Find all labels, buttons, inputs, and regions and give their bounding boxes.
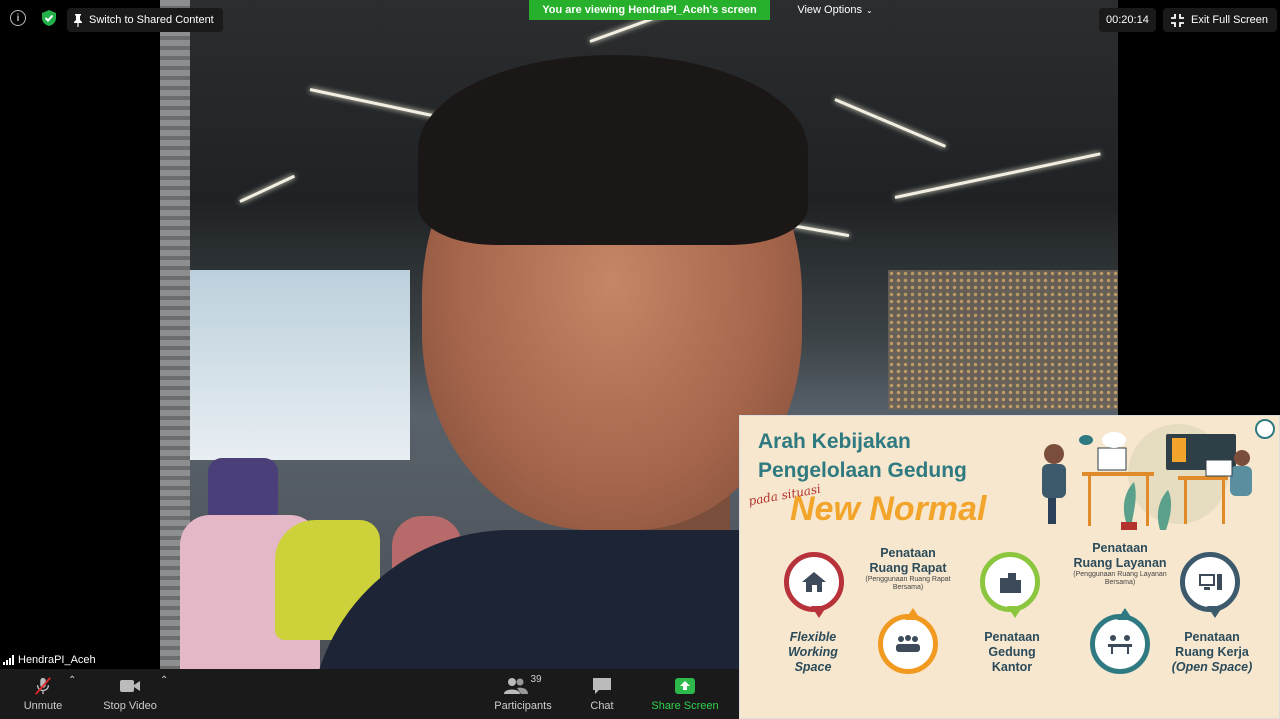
unmute-button[interactable]: Unmute: [14, 669, 72, 719]
share-screen-button[interactable]: Share Screen: [650, 669, 720, 719]
pin-icon: [74, 14, 82, 27]
ceiling-light: [309, 88, 448, 121]
label-line: Kantor: [991, 660, 1033, 674]
office-illustration: [1042, 424, 1252, 530]
chat-button[interactable]: Chat: [582, 669, 622, 719]
label-line: Ruang Rapat: [869, 561, 947, 575]
unmute-label: Unmute: [23, 699, 63, 712]
switch-to-shared-content-label: Switch to Shared Content: [89, 14, 214, 26]
video-options-caret-icon[interactable]: ⌃: [160, 675, 168, 686]
participant-name-tag: HendraPI_Aceh: [0, 651, 102, 669]
gedung-kantor-pin: [980, 552, 1040, 618]
label-line: Flexible: [789, 630, 837, 644]
ruang-kerja-pin: [1180, 552, 1240, 618]
ceiling-light: [239, 174, 296, 203]
home-icon: [792, 560, 836, 604]
background-window: [190, 270, 410, 460]
shield-check-icon[interactable]: [40, 9, 58, 27]
participants-button[interactable]: 39 Participants: [490, 669, 556, 719]
label-line: Penataan: [1184, 630, 1240, 644]
stop-video-label: Stop Video: [103, 699, 157, 712]
label-line: Space: [794, 660, 832, 674]
chevron-down-icon: ⌄: [865, 5, 873, 15]
label-sub: (Penggunaan Ruang Rapat Bersama): [865, 576, 951, 591]
ruang-layanan-pin: [1090, 608, 1150, 674]
switch-to-shared-content-button[interactable]: Switch to Shared Content: [67, 8, 223, 32]
participants-icon: [504, 677, 529, 694]
exit-full-screen-label: Exit Full Screen: [1191, 14, 1269, 26]
building-icon: [988, 560, 1032, 604]
clock-icon: [1255, 419, 1275, 439]
chat-icon: [593, 677, 611, 694]
exit-fullscreen-icon: [1171, 13, 1184, 27]
label-line: (Open Space): [1171, 660, 1253, 674]
audio-options-caret-icon[interactable]: ⌃: [68, 675, 76, 686]
slide-title-line2: Pengelolaan Gedung: [758, 459, 967, 482]
background-wall: [888, 270, 1118, 410]
timer-label: 00:20:14: [1106, 14, 1149, 26]
meeting-timer: 00:20:14: [1099, 8, 1156, 32]
view-options-button[interactable]: View Options ⌄: [790, 0, 880, 20]
label-line: Ruang Layanan: [1073, 556, 1167, 570]
participant-name: HendraPI_Aceh: [18, 654, 96, 666]
chat-label: Chat: [590, 699, 614, 712]
ruang-rapat-pin: [878, 608, 938, 674]
participant-count: 39: [530, 673, 542, 685]
person-hair: [418, 55, 808, 245]
label-line: Penataan: [984, 630, 1040, 644]
flexible-working-space-pin: [784, 552, 844, 618]
flexible-working-space-label: Flexible Working Space: [778, 630, 848, 675]
gedung-kantor-label: Penataan Gedung Kantor: [972, 630, 1052, 675]
microphone-muted-icon: [35, 676, 51, 695]
zoom-meeting-window: i Switch to Shared Content You are viewi…: [0, 0, 1280, 719]
label-sub: (Penggunaan Ruang Layanan Bersama): [1073, 571, 1167, 586]
label-line: Penataan: [1092, 541, 1148, 555]
shared-content-slide[interactable]: Arah Kebijakan Pengelolaan Gedung pada s…: [739, 415, 1280, 719]
label-line: Working: [788, 645, 838, 659]
signal-bars-icon: [3, 655, 14, 665]
meeting-icon: [886, 622, 930, 666]
info-icon[interactable]: i: [10, 10, 26, 26]
video-camera-icon: [120, 679, 140, 692]
slide-title-line1: Arah Kebijakan: [758, 430, 911, 453]
service-desk-icon: [1098, 622, 1142, 666]
viewing-screen-banner: You are viewing HendraPI_Aceh's screen: [529, 0, 770, 20]
ruang-kerja-label: Penataan Ruang Kerja (Open Space): [1164, 630, 1260, 675]
view-options-label: View Options: [797, 4, 862, 16]
label-line: Ruang Kerja: [1175, 645, 1249, 659]
ceiling-light: [894, 152, 1101, 199]
ceiling-light: [834, 98, 947, 148]
background-chair: [208, 458, 278, 518]
share-screen-icon: [675, 677, 695, 694]
ruang-layanan-label: Penataan Ruang Layanan (Penggunaan Ruang…: [1066, 541, 1174, 587]
exit-full-screen-button[interactable]: Exit Full Screen: [1163, 8, 1278, 32]
slide-new-normal: New Normal: [790, 490, 987, 528]
label-line: Penataan: [880, 546, 936, 560]
stop-video-button[interactable]: Stop Video: [96, 669, 164, 719]
ruang-rapat-label: Penataan Ruang Rapat (Penggunaan Ruang R…: [858, 546, 958, 592]
share-screen-label: Share Screen: [651, 699, 719, 712]
label-line: Gedung: [988, 645, 1036, 659]
participants-label: Participants: [494, 699, 552, 712]
computer-icon: [1188, 560, 1232, 604]
